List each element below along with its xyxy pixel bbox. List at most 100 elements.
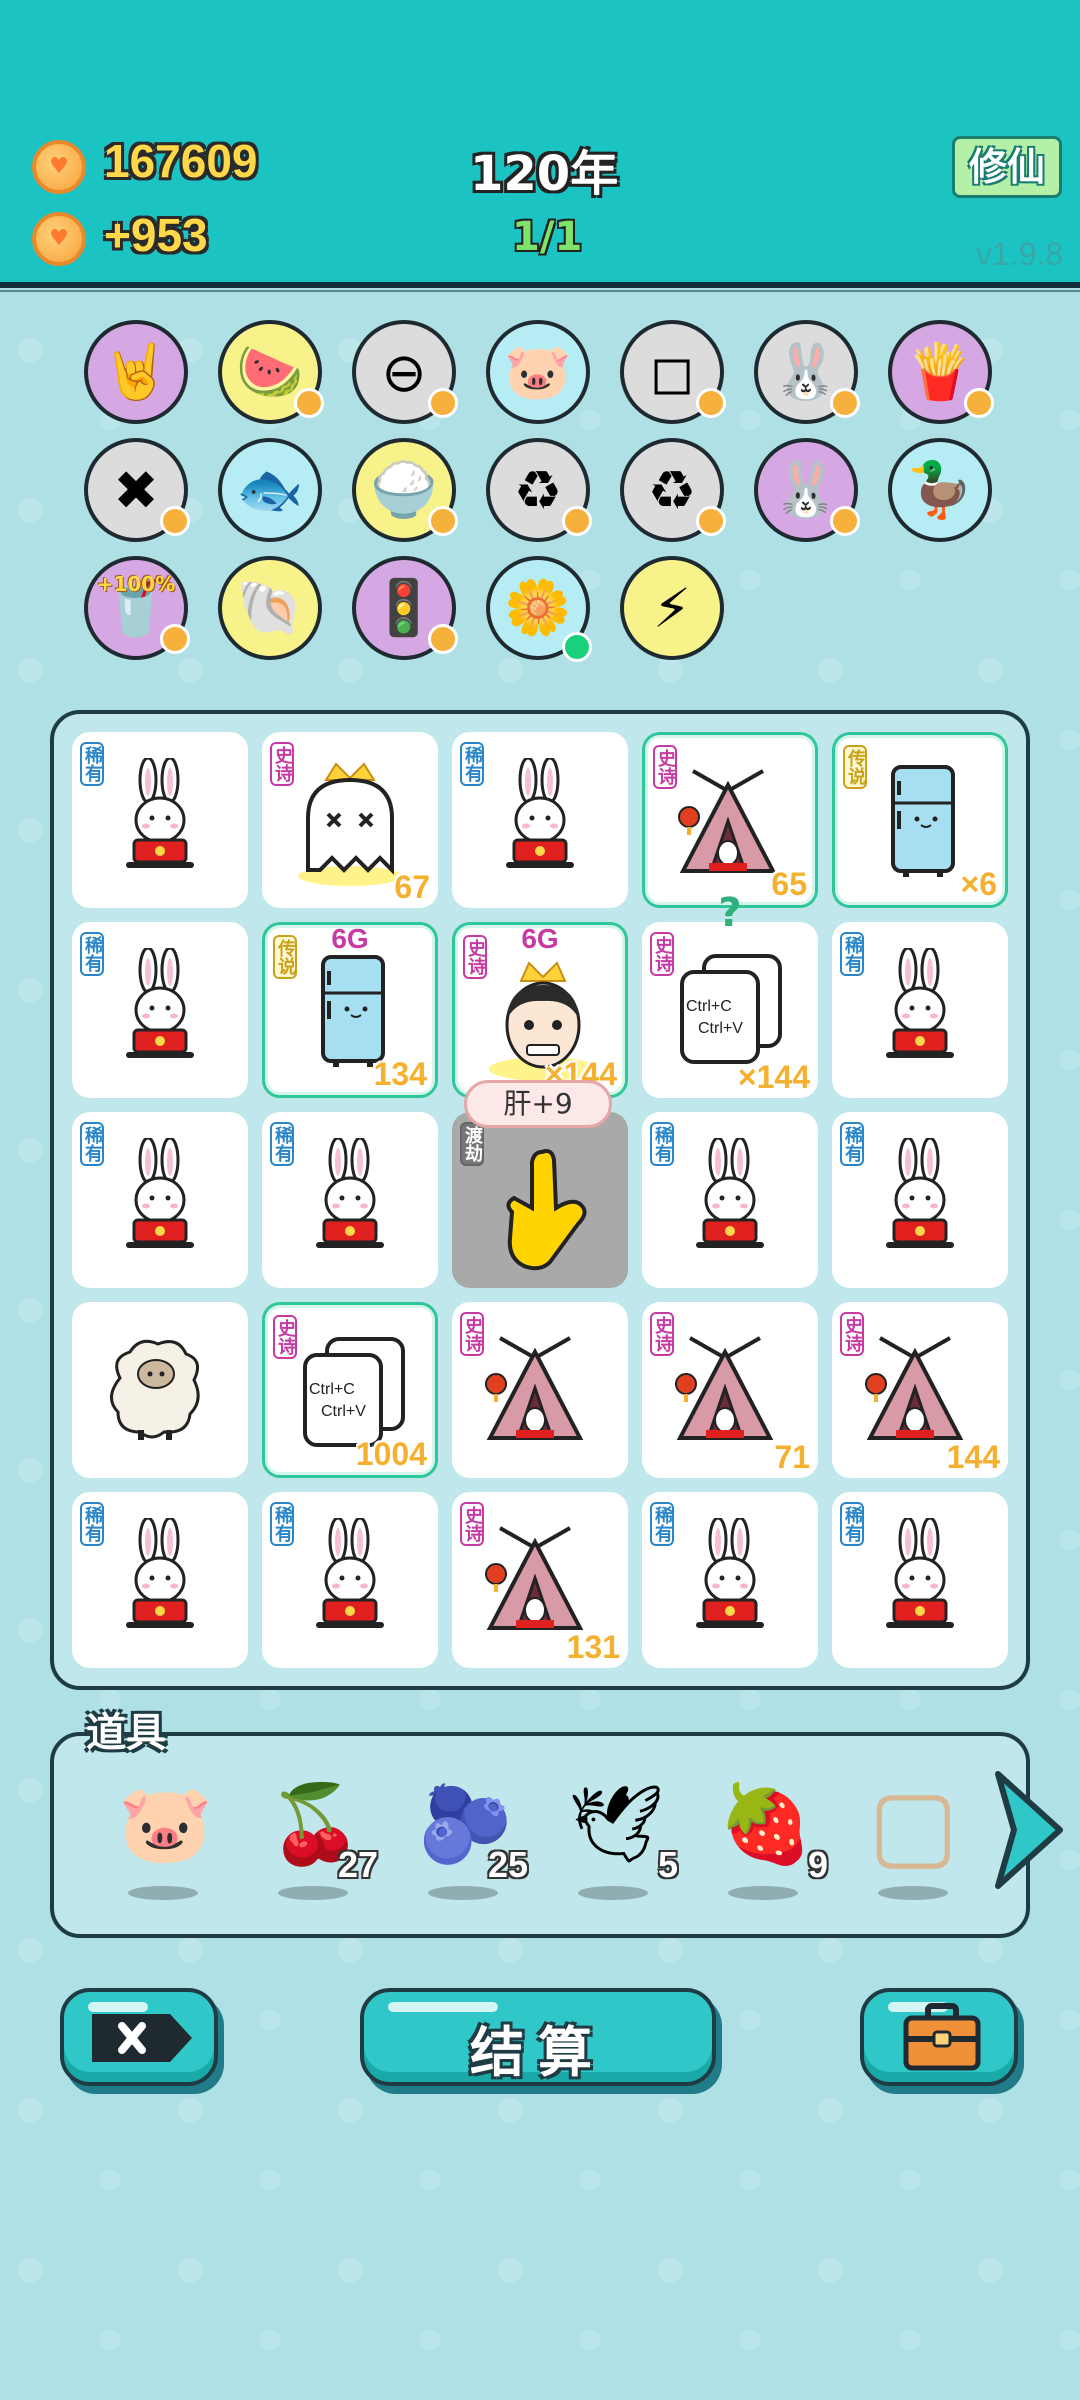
discard-button[interactable] bbox=[60, 1988, 218, 2086]
flower-pot-icon-glyph: 🌼 bbox=[504, 576, 572, 639]
heart-badge-icon bbox=[294, 388, 324, 418]
board-cell[interactable]: 稀有 bbox=[262, 1112, 438, 1288]
bunny-icon bbox=[880, 1136, 960, 1262]
duck-pot-icon[interactable]: 🦆 bbox=[888, 438, 992, 542]
fruit-basket-icon[interactable]: 🍉 bbox=[218, 320, 324, 424]
french-fries-icon[interactable]: 🍟 bbox=[888, 320, 994, 424]
board-cell[interactable]: 稀有 bbox=[832, 1492, 1008, 1668]
delete-tag-icon[interactable]: ✖ bbox=[84, 438, 190, 542]
coin-total: 167609 bbox=[104, 135, 258, 187]
rock-hand-icon-glyph: 🤘 bbox=[102, 340, 170, 403]
prop-item[interactable]: 🍒 27 bbox=[258, 1770, 378, 1900]
traffic-light-ghost-icon[interactable]: 🚦 bbox=[352, 556, 458, 660]
shell-icon[interactable]: 🐚 bbox=[218, 556, 322, 660]
board-cell[interactable] bbox=[72, 1302, 248, 1478]
board-cell[interactable]: 稀有 bbox=[72, 1112, 248, 1288]
board-cell[interactable]: 史诗 67 bbox=[262, 732, 438, 908]
board-cell[interactable]: 稀有 bbox=[832, 922, 1008, 1098]
white-cubes-icon[interactable]: ◻ bbox=[620, 320, 726, 424]
white-bird-icon: 🕊 bbox=[568, 1779, 665, 1868]
shell-icon-glyph: 🐚 bbox=[236, 576, 304, 639]
level-label: 6G bbox=[331, 923, 369, 954]
header-divider-thin bbox=[0, 290, 1080, 292]
item-count: 131 bbox=[566, 1629, 620, 1665]
board-cell[interactable]: 稀有 bbox=[832, 1112, 1008, 1288]
refresh-green-icon[interactable]: ♻ bbox=[486, 438, 592, 542]
milk-tea-icon[interactable]: 🥤 +100% bbox=[84, 556, 190, 660]
refresh-green-icon-2[interactable]: ♻ bbox=[620, 438, 726, 542]
rarity-tag: 稀有 bbox=[270, 1502, 294, 1546]
fruit-basket-icon-glyph: 🍉 bbox=[236, 340, 304, 403]
prop-count: 27 bbox=[337, 1844, 378, 1885]
board-cell[interactable]: 稀有 bbox=[452, 732, 628, 908]
effect-tooltip: 肝+9 bbox=[464, 1080, 612, 1128]
rarity-tag: 稀有 bbox=[80, 742, 104, 786]
settle-button-label: 结算 bbox=[470, 2021, 606, 2084]
copy-paste-text: Ctrl+C Ctrl+V bbox=[309, 1379, 366, 1423]
piggy-bank-icon[interactable]: 🐷 bbox=[486, 320, 590, 424]
board-cell[interactable]: Ctrl+C Ctrl+V 史诗 1004 bbox=[262, 1302, 438, 1478]
fish-bowl-icon-glyph: 🐟 bbox=[236, 458, 304, 521]
rarity-tag: 稀有 bbox=[80, 932, 104, 976]
prop-item[interactable]: 🐷 bbox=[108, 1770, 218, 1900]
picture-frame-icon: ▢ bbox=[868, 1768, 959, 1880]
prop-item[interactable]: 🕊 5 bbox=[558, 1770, 678, 1900]
board-cell[interactable]: 稀有 bbox=[72, 1492, 248, 1668]
prop-item[interactable]: ▢ bbox=[858, 1770, 968, 1900]
fridge-icon bbox=[883, 761, 963, 885]
flower-pot-icon[interactable]: 🌼 bbox=[486, 556, 592, 662]
rarity-tag: 稀有 bbox=[840, 932, 864, 976]
board-cell[interactable]: 史诗 65 bbox=[642, 732, 818, 908]
rarity-tag: 史诗 bbox=[270, 742, 294, 786]
item-count: 67 bbox=[394, 869, 430, 905]
rarity-tag: 史诗 bbox=[650, 1312, 674, 1356]
hand-pointer-icon bbox=[480, 1138, 600, 1282]
xiuxian-button[interactable]: 修仙 bbox=[952, 136, 1062, 198]
lightning-icon[interactable]: ⚡ bbox=[620, 556, 724, 660]
level-label: 6G bbox=[521, 923, 559, 954]
refresh-green-icon-glyph: ♻ bbox=[513, 458, 563, 522]
board-cell[interactable]: Ctrl+C Ctrl+V 史诗? ×144 bbox=[642, 890, 818, 1098]
remove-circle-icon[interactable]: ⊖ bbox=[352, 320, 458, 424]
board-cell[interactable]: 稀有 bbox=[72, 922, 248, 1098]
tent-icon bbox=[480, 1518, 590, 1642]
settle-button[interactable]: 结算 bbox=[360, 1988, 716, 2086]
fish-bowl-icon[interactable]: 🐟 bbox=[218, 438, 322, 542]
board-cell[interactable]: 史诗 bbox=[452, 1302, 628, 1478]
board-cell[interactable]: 稀有 bbox=[72, 732, 248, 908]
bunny-pink-icon[interactable]: 🐰 bbox=[754, 438, 860, 542]
board-cell[interactable]: 传说 ×6 bbox=[832, 732, 1008, 908]
coin-income: +953 bbox=[104, 209, 208, 261]
version-label: v1.9.8 bbox=[976, 236, 1064, 272]
board-cell[interactable]: 史诗 131 bbox=[452, 1492, 628, 1668]
item-count: 144 bbox=[946, 1439, 1000, 1475]
board-cell[interactable]: 稀有 bbox=[642, 1112, 818, 1288]
rarity-tag: 稀有 bbox=[840, 1122, 864, 1166]
remove-circle-icon-glyph: ⊖ bbox=[381, 340, 427, 404]
bunny-icon bbox=[880, 946, 960, 1072]
item-count: 134 bbox=[373, 1056, 427, 1092]
prop-item[interactable]: 🍓 9 bbox=[708, 1770, 828, 1900]
bunny-icon bbox=[120, 946, 200, 1072]
active-dot-icon bbox=[562, 632, 592, 662]
traffic-light-ghost-icon-glyph: 🚦 bbox=[370, 576, 438, 639]
board-cell[interactable]: 渡劫 bbox=[452, 1112, 628, 1288]
board-cell[interactable]: 史诗 144 bbox=[832, 1302, 1008, 1478]
copy-paste-text: Ctrl+C Ctrl+V bbox=[686, 996, 743, 1040]
bunny-icon[interactable]: 🐰 bbox=[754, 320, 860, 424]
board-cell[interactable]: 稀有 bbox=[262, 1492, 438, 1668]
board-cell[interactable]: 史诗 71 bbox=[642, 1302, 818, 1478]
props-next-arrow-icon[interactable] bbox=[990, 1770, 1066, 1890]
backpack-button[interactable] bbox=[860, 1988, 1018, 2086]
heart-badge-icon bbox=[562, 506, 592, 536]
rice-bowl-icon[interactable]: 🍚 bbox=[352, 438, 458, 542]
coin-icon: ♥ bbox=[32, 140, 86, 194]
rock-hand-icon[interactable]: 🤘 bbox=[84, 320, 188, 424]
board-cell[interactable]: 稀有 bbox=[642, 1492, 818, 1668]
heart-badge-icon bbox=[428, 506, 458, 536]
board-cell[interactable]: 传说 6G 134 bbox=[262, 922, 438, 1098]
board-cell[interactable]: 史诗 6G ×144 bbox=[452, 922, 628, 1098]
rarity-tag: 稀有 bbox=[650, 1122, 674, 1166]
prop-item[interactable]: 🫐 25 bbox=[408, 1770, 528, 1900]
rarity-tag: 稀有 bbox=[80, 1122, 104, 1166]
